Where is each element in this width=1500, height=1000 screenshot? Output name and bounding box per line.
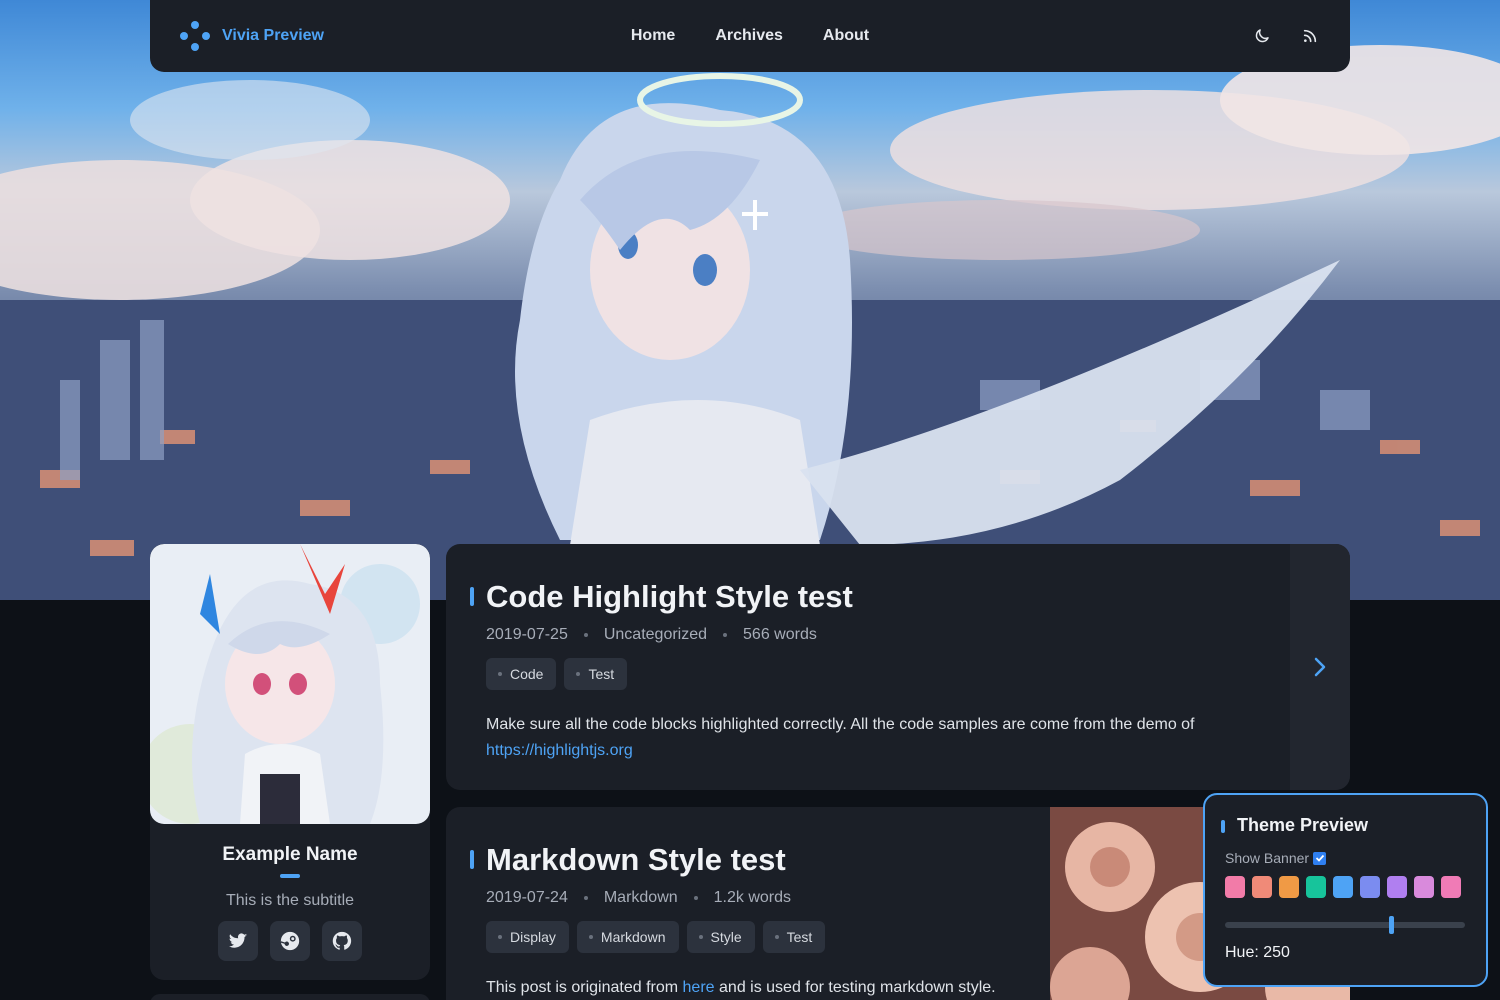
twitter-icon[interactable]: [218, 921, 258, 961]
meta-separator: [723, 633, 728, 638]
brand-title[interactable]: Vivia Preview: [222, 27, 324, 45]
hue-slider[interactable]: [1225, 916, 1465, 934]
post-meta: 2019-07-25 Uncategorized 566 words: [486, 626, 1310, 644]
color-swatch[interactable]: [1306, 876, 1326, 898]
tag-style[interactable]: Style: [686, 921, 755, 954]
nav-about-link[interactable]: About: [823, 27, 869, 45]
color-swatch[interactable]: [1387, 876, 1407, 898]
chevron-right-icon: [1314, 657, 1326, 677]
excerpt-text: Make sure all the code blocks highlighte…: [486, 716, 1195, 734]
top-navbar: Vivia Preview Home Archives About: [150, 0, 1350, 72]
hero-banner: [0, 0, 1500, 600]
name-underline: [280, 874, 300, 878]
color-swatch[interactable]: [1333, 876, 1353, 898]
post-word-count: 566 words: [743, 626, 817, 644]
post-tags: Code Test: [486, 658, 1310, 691]
hue-slider-thumb[interactable]: [1389, 916, 1395, 934]
excerpt-here-link[interactable]: here: [683, 979, 715, 996]
tag-code[interactable]: Code: [486, 658, 557, 691]
profile-card: Example Name This is the subtitle: [150, 544, 430, 980]
nav-archives-link[interactable]: Archives: [715, 27, 783, 45]
tag-markdown[interactable]: Markdown: [576, 921, 679, 954]
color-swatch[interactable]: [1225, 876, 1245, 898]
banner-illustration: [0, 45, 1500, 600]
post-category[interactable]: Uncategorized: [604, 626, 707, 644]
color-swatch[interactable]: [1360, 876, 1380, 898]
post-excerpt: Make sure all the code blocks highlighte…: [486, 712, 1226, 764]
hue-label: Hue: 250: [1225, 944, 1290, 961]
excerpt-text: and is used for testing markdown style.: [719, 979, 996, 997]
color-swatch[interactable]: [1279, 876, 1299, 898]
tag-display[interactable]: Display: [486, 921, 569, 954]
post-word-count: 1.2k words: [713, 889, 792, 907]
highlightjs-link[interactable]: https://highlightjs.org: [486, 742, 633, 759]
nav-home-link[interactable]: Home: [631, 27, 675, 45]
tag-test[interactable]: Test: [564, 658, 628, 691]
color-swatch[interactable]: [1441, 876, 1461, 898]
color-swatches: [1225, 876, 1466, 898]
check-icon: [1315, 854, 1324, 862]
post-date: 2019-07-24: [486, 889, 568, 907]
excerpt-text: This post is originated from: [486, 979, 679, 997]
meta-separator: [583, 633, 588, 638]
color-swatch[interactable]: [1414, 876, 1434, 898]
avatar: [150, 544, 430, 824]
sidebar-card-next: [150, 994, 430, 1000]
read-more-button[interactable]: [1290, 544, 1350, 790]
show-banner-checkbox[interactable]: [1313, 851, 1327, 865]
profile-subtitle: This is the subtitle: [225, 892, 355, 909]
theme-preview-title: Theme Preview: [1221, 815, 1466, 836]
rss-icon[interactable]: [1300, 26, 1320, 46]
moon-icon[interactable]: [1252, 26, 1272, 46]
post-card: Code Highlight Style test 2019-07-25 Unc…: [446, 544, 1350, 790]
show-banner-label: Show Banner: [1225, 850, 1310, 866]
profile-name: Example Name: [222, 844, 358, 865]
post-date: 2019-07-25: [486, 626, 568, 644]
post-excerpt: This post is originated from here and is…: [486, 975, 1026, 1000]
main-nav: Home Archives About: [631, 27, 869, 45]
theme-preview-panel: Theme Preview Show Banner Hue: 250: [1203, 793, 1488, 987]
color-swatch[interactable]: [1252, 876, 1272, 898]
meta-separator: [583, 896, 588, 901]
social-links: [150, 921, 430, 961]
github-icon[interactable]: [322, 921, 362, 961]
show-banner-row: Show Banner: [1225, 850, 1466, 866]
meta-separator: [693, 896, 698, 901]
post-title[interactable]: Code Highlight Style test: [470, 579, 1310, 614]
post-category[interactable]: Markdown: [604, 889, 678, 907]
brand[interactable]: Vivia Preview: [180, 21, 324, 51]
logo-icon: [180, 21, 210, 51]
steam-icon[interactable]: [270, 921, 310, 961]
tag-test[interactable]: Test: [762, 921, 826, 954]
nav-actions: [1252, 26, 1320, 46]
